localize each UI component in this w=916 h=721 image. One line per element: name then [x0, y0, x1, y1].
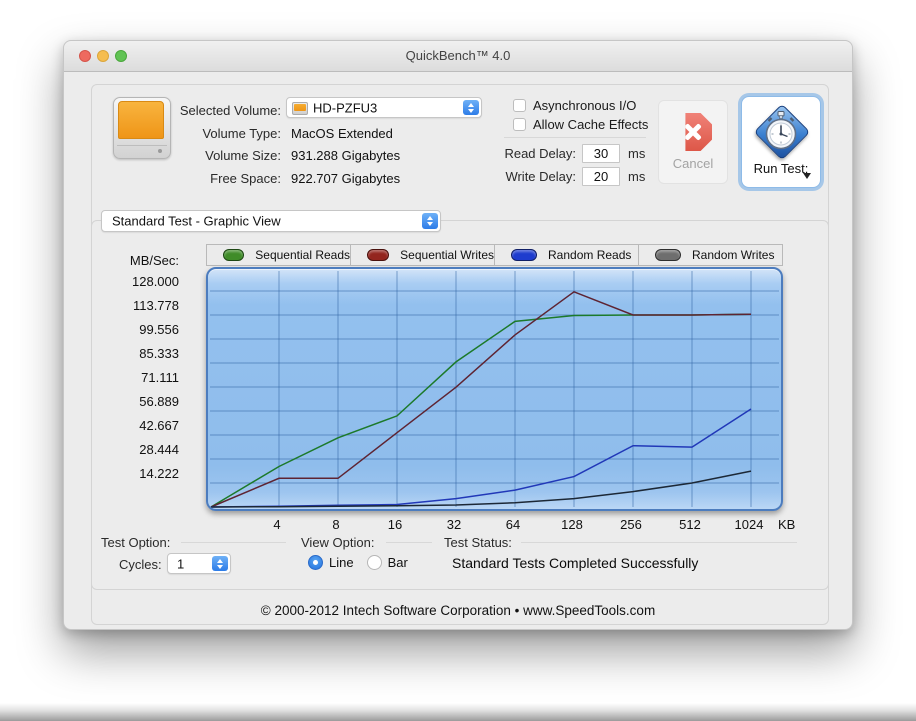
radio-bar[interactable]	[366, 555, 382, 570]
window-title: QuickBench™ 4.0	[405, 48, 511, 63]
y-tick-label: 42.667	[139, 418, 179, 433]
test-option-divider	[181, 542, 286, 543]
x-tick-label: 4	[273, 517, 281, 532]
x-axis-unit-label: KB	[778, 517, 796, 532]
write-delay-input[interactable]: 20	[582, 167, 620, 186]
cancel-button-label: Cancel	[672, 156, 714, 171]
stop-octagon-icon	[685, 113, 712, 151]
legend-label: Random Writes	[692, 248, 775, 262]
x-tick-label: 512	[679, 517, 701, 532]
desktop-bottom-edge	[0, 703, 916, 721]
y-axis-labels: 128.000 113.778 99.556 85.333 71.111 56.889 42…	[84, 274, 179, 484]
volume-size-value: 931.288 Gigabytes	[291, 148, 401, 163]
x-tick-label: 16	[387, 517, 403, 532]
legend-swatch-icon	[367, 249, 390, 261]
radio-line[interactable]	[308, 555, 323, 570]
async-io-label: Asynchronous I/O	[533, 98, 637, 113]
y-tick-label: 14.222	[139, 466, 179, 481]
x-tick-label: 8	[332, 517, 340, 532]
test-option-label: Test Option:	[101, 535, 171, 550]
series-line-random-reads	[210, 408, 752, 508]
volume-type-label: Volume Type:	[202, 126, 281, 141]
async-io-checkbox[interactable]	[513, 99, 526, 112]
run-test-menu-triangle-icon	[803, 173, 811, 179]
radio-label-line: Line	[329, 555, 354, 570]
delay-group-divider	[504, 137, 646, 138]
legend-swatch-icon	[223, 249, 245, 261]
cycles-stepper[interactable]: 1	[167, 553, 231, 574]
x-tick-label: 32	[446, 517, 462, 532]
drive-groove	[117, 145, 167, 146]
test-status-label: Test Status:	[444, 535, 512, 550]
legend-label: Sequential Reads	[255, 248, 350, 262]
legend-item-sequential-reads: Sequential Reads	[207, 245, 351, 265]
footer-copyright: © 2000-2012 Intech Software Corporation …	[260, 603, 656, 618]
dropdown-stepper-icon	[463, 100, 479, 115]
dropdown-stepper-icon	[422, 213, 438, 229]
y-tick-label: 99.556	[139, 322, 179, 337]
status-text: Standard Tests Completed Successfully	[452, 555, 699, 571]
legend-label: Sequential Writes	[400, 248, 494, 262]
volume-type-value: MacOS Extended	[291, 126, 393, 141]
write-delay-label: Write Delay:	[505, 169, 576, 184]
series-line-random-writes	[210, 470, 752, 508]
cache-effects-label: Allow Cache Effects	[533, 117, 649, 132]
cycles-stepper-icon	[212, 556, 228, 571]
y-tick-label: 71.111	[141, 370, 179, 385]
x-tick-label: 256	[620, 517, 642, 532]
read-delay-input[interactable]: 30	[582, 144, 620, 163]
view-option-divider	[386, 542, 432, 543]
free-space-value: 922.707 Gigabytes	[291, 171, 401, 186]
cache-effects-checkbox[interactable]	[513, 118, 526, 131]
volume-size-label: Volume Size:	[205, 148, 281, 163]
view-option-radio-group: Line Bar	[308, 555, 421, 570]
legend-item-random-writes: Random Writes	[639, 245, 782, 265]
y-axis-title: MB/Sec:	[129, 253, 179, 268]
legend-label: Random Reads	[548, 248, 632, 262]
titlebar: QuickBench™ 4.0	[64, 41, 852, 72]
read-delay-label: Read Delay:	[504, 146, 576, 161]
legend-swatch-icon	[655, 249, 681, 261]
cache-effects-row: Allow Cache Effects	[513, 117, 648, 132]
x-tick-label: 64	[505, 517, 521, 532]
legend-item-sequential-writes: Sequential Writes	[351, 245, 495, 265]
test-status-divider	[521, 542, 797, 543]
write-delay-unit: ms	[628, 169, 646, 184]
benchmark-chart	[206, 267, 783, 511]
cycles-value: 1	[177, 556, 185, 571]
series-line-sequential-writes	[210, 290, 752, 508]
y-tick-label: 113.778	[132, 298, 179, 313]
legend-item-random-reads: Random Reads	[495, 245, 639, 265]
volume-select-value: HD-PZFU3	[313, 100, 378, 115]
legend-swatch-icon	[511, 249, 537, 261]
test-view-dropdown[interactable]: Standard Test - Graphic View	[101, 210, 441, 232]
cycles-label: Cycles:	[119, 557, 162, 572]
async-io-row: Asynchronous I/O	[513, 98, 636, 113]
y-tick-label: 128.000	[132, 274, 179, 289]
radio-label-bar: Bar	[387, 555, 408, 570]
test-view-value: Standard Test - Graphic View	[112, 213, 281, 229]
x-tick-label: 1024	[734, 517, 764, 532]
x-axis-labels: 4 8 16 32 64 128 256 512 1024 KB	[206, 517, 816, 533]
cancel-button[interactable]: Cancel	[658, 100, 728, 184]
run-test-button[interactable]: Run Test:	[741, 96, 821, 188]
quickbench-window: QuickBench™ 4.0 Selected Volume: Volume …	[63, 40, 853, 630]
volume-select-dropdown[interactable]: HD-PZFU3	[286, 97, 482, 118]
x-tick-label: 128	[561, 517, 583, 532]
view-option-label: View Option:	[301, 535, 375, 550]
y-tick-label: 85.333	[139, 346, 179, 361]
read-delay-unit: ms	[628, 146, 646, 161]
chart-legend: Sequential Reads Sequential Writes Random …	[206, 244, 783, 266]
y-tick-label: 56.889	[139, 394, 179, 409]
stopwatch-diamond-icon	[753, 103, 811, 161]
y-tick-label: 28.444	[139, 442, 179, 457]
free-space-label: Free Space:	[210, 171, 281, 186]
mini-drive-icon	[292, 102, 308, 115]
selected-volume-label: Selected Volume:	[179, 103, 281, 118]
stopwatch-icon	[765, 111, 797, 150]
